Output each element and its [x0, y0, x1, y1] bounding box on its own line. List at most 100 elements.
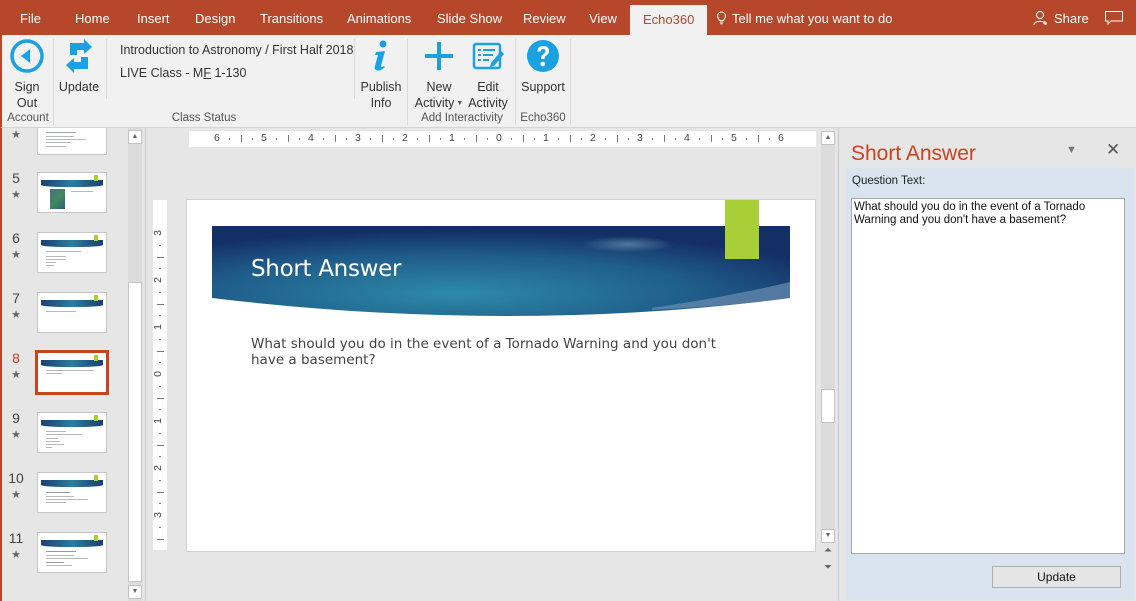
animation-star-icon: ★ [11, 249, 21, 261]
ruler-tick [628, 138, 630, 140]
horizontal-ruler: 6 5 4 3 2 1 0 1 2 3 4 5 6 [189, 131, 816, 147]
tab-transitions[interactable]: Transitions [260, 0, 323, 35]
scrollbar-thumb[interactable] [128, 282, 142, 582]
slide-editing-area: 6543210123456 3210123 Short Answer What … [145, 128, 838, 601]
ruler-label: 1 [151, 418, 164, 424]
support-label: Support [521, 80, 565, 94]
slide-thumbnail[interactable] [37, 172, 107, 213]
ruler-tick [757, 135, 759, 142]
tab-file[interactable]: File [20, 0, 41, 35]
slide-title[interactable]: Short Answer [251, 256, 401, 282]
dropdown-arrow-icon: ▼ [456, 100, 464, 107]
edit-activity-label-1: Edit [477, 80, 499, 94]
ruler-label: 2 [590, 132, 596, 144]
ruler-tick [159, 338, 161, 340]
slide-thumbnail-selected[interactable] [35, 350, 109, 395]
update-class-button[interactable]: Update [58, 39, 100, 95]
scroll-down-button[interactable]: ▼ [821, 529, 835, 543]
ruler-tick [159, 526, 161, 528]
ruler-tick [369, 138, 371, 140]
tab-home[interactable]: Home [75, 0, 110, 35]
ruler-tick [322, 138, 324, 140]
close-icon[interactable]: ✕ [1106, 140, 1120, 160]
ruler-tick [299, 138, 301, 140]
refresh-icon [66, 39, 92, 73]
ruler-tick [522, 135, 524, 142]
new-activity-button[interactable]: New Activity ▼ [412, 39, 466, 112]
animation-star-icon: ★ [11, 309, 21, 321]
ruler-tick [157, 538, 164, 540]
scroll-down-button[interactable]: ▼ [128, 585, 142, 599]
update-button[interactable]: Update [992, 566, 1121, 588]
tab-design[interactable]: Design [195, 0, 235, 35]
pane-options-icon[interactable]: ▼ [1066, 144, 1077, 156]
ruler-label: 3 [355, 132, 361, 144]
slide-scrollbar[interactable]: ▲ ▼ [821, 131, 835, 543]
group-label-account: Account [7, 112, 49, 124]
course-name[interactable]: Introduction to Astronomy / First Half 2… [120, 43, 353, 57]
group-label-add-interactivity: Add Interactivity [421, 112, 503, 124]
comment-icon[interactable] [1105, 11, 1123, 25]
ruler-tick [769, 138, 771, 140]
tab-slide-show[interactable]: Slide Show [437, 0, 502, 35]
ruler-label: 4 [684, 132, 690, 144]
edit-activity-label-2: Activity [468, 96, 508, 110]
previous-slide-icon[interactable]: ⏶ [823, 545, 833, 556]
ruler-tick [275, 138, 277, 140]
ruler-tick [510, 138, 512, 140]
publish-info-button[interactable]: Publish Info [359, 39, 403, 111]
ruler-tick [475, 135, 477, 142]
tell-me-text: Tell me what you want to do [732, 11, 893, 26]
tab-insert[interactable]: Insert [137, 0, 170, 35]
ruler-tick [534, 138, 536, 140]
ruler-label: 4 [308, 132, 314, 144]
ruler-tick [663, 135, 665, 142]
tab-view[interactable]: View [589, 0, 617, 35]
ruler-label: 2 [402, 132, 408, 144]
ruler-label: 3 [151, 230, 164, 236]
ruler-tick [698, 138, 700, 140]
ruler-tick [393, 138, 395, 140]
ruler-tick [487, 138, 489, 140]
scrollbar-thumb[interactable] [821, 389, 835, 423]
person-add-icon [1033, 11, 1047, 26]
ruler-tick [463, 138, 465, 140]
share-button[interactable]: Share [1033, 0, 1089, 35]
ruler-tick [557, 138, 559, 140]
ruler-tick [159, 409, 161, 411]
sign-out-button[interactable]: Sign Out [8, 39, 46, 111]
ruler-label: 0 [151, 371, 164, 377]
slide-thumbnail[interactable] [37, 128, 107, 155]
slide-thumbnail[interactable] [37, 472, 107, 513]
section-suffix: 1-130 [211, 66, 247, 80]
tab-review[interactable]: Review [523, 0, 566, 35]
sign-out-icon [10, 39, 44, 73]
thumbnail-scrollbar[interactable]: ▲ ▼ [128, 128, 142, 601]
slide-number: 8 [12, 350, 20, 366]
ruler-tick [710, 135, 712, 142]
tab-animations[interactable]: Animations [347, 0, 411, 35]
section-name[interactable]: LIVE Class - MF 1-130 [120, 66, 246, 80]
info-icon [374, 40, 387, 71]
edit-activity-button[interactable]: Edit Activity [466, 39, 510, 111]
help-icon [527, 40, 559, 72]
next-slide-icon[interactable]: ⏷ [823, 562, 833, 573]
slide-thumbnail[interactable] [37, 532, 107, 573]
tab-echo360[interactable]: Echo360 [630, 5, 708, 35]
slide-thumbnail[interactable] [37, 412, 107, 453]
slide-body-text[interactable]: What should you do in the event of a Tor… [251, 336, 721, 368]
slide-thumbnail[interactable] [37, 292, 107, 333]
slide-thumbnail[interactable] [37, 232, 107, 273]
question-text-field[interactable]: What should you do in the event of a Tor… [851, 198, 1125, 554]
ruler-label: 5 [261, 132, 267, 144]
tell-me-search[interactable]: Tell me what you want to do [716, 0, 892, 35]
scroll-up-button[interactable]: ▲ [128, 130, 142, 144]
support-button[interactable]: Support [520, 39, 566, 95]
animation-star-icon: ★ [11, 489, 21, 501]
group-label-echo360: Echo360 [520, 112, 566, 124]
slide-number: 6 [12, 230, 20, 246]
ruler-tick [159, 362, 161, 364]
scroll-up-button[interactable]: ▲ [821, 131, 835, 145]
group-label-class-status: Class Status [171, 112, 237, 124]
slide-canvas[interactable]: Short Answer What should you do in the e… [186, 199, 816, 552]
